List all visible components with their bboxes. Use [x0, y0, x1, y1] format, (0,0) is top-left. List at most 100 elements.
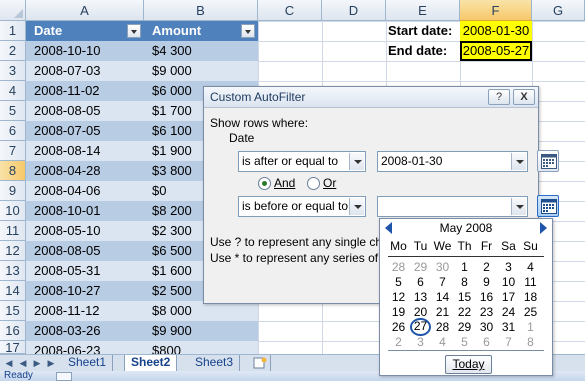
- value-input-2[interactable]: [377, 196, 528, 217]
- calendar-day[interactable]: 23: [476, 304, 497, 320]
- row-header[interactable]: 17: [0, 341, 26, 354]
- row-header[interactable]: 3: [0, 61, 26, 81]
- table-cell-amount[interactable]: $9 900: [144, 321, 258, 341]
- column-header-b[interactable]: B: [144, 0, 258, 21]
- close-button[interactable]: X: [513, 89, 535, 105]
- column-header-e[interactable]: E: [386, 0, 460, 21]
- row-header[interactable]: 15: [0, 301, 26, 321]
- table-cell-amount[interactable]: $800: [144, 341, 258, 354]
- dropdown-arrow-icon[interactable]: [511, 198, 526, 215]
- dialog-titlebar[interactable]: Custom AutoFilter ? X: [204, 87, 538, 108]
- calendar-day[interactable]: 12: [388, 289, 409, 305]
- and-label[interactable]: And: [274, 176, 295, 190]
- start-date-label[interactable]: Start date:: [386, 21, 460, 41]
- calendar-day[interactable]: 8: [454, 274, 475, 290]
- start-date-value[interactable]: 2008-01-30: [460, 21, 532, 41]
- column-header-a[interactable]: A: [26, 0, 144, 21]
- calendar-day[interactable]: 8: [520, 334, 541, 350]
- value-input-1[interactable]: 2008-01-30: [377, 151, 528, 172]
- operator-select-1[interactable]: is after or equal to: [238, 151, 366, 172]
- calendar-day[interactable]: 24: [498, 304, 519, 320]
- column-header-d[interactable]: D: [322, 0, 386, 21]
- calendar-day[interactable]: 3: [498, 259, 519, 275]
- table-cell-date[interactable]: 2008-08-05: [26, 241, 144, 261]
- calendar-day[interactable]: 2: [476, 259, 497, 275]
- calendar-day[interactable]: 7: [432, 274, 453, 290]
- today-button[interactable]: Today: [445, 355, 492, 374]
- table-cell-date[interactable]: 2008-05-31: [26, 261, 144, 281]
- select-all-corner[interactable]: [0, 0, 26, 21]
- filter-dropdown-icon[interactable]: [127, 24, 141, 38]
- table-cell-date[interactable]: 2008-08-14: [26, 141, 144, 161]
- operator-select-2[interactable]: is before or equal to: [238, 196, 366, 217]
- row-header[interactable]: 1: [0, 21, 26, 41]
- calendar-day[interactable]: 10: [498, 274, 519, 290]
- first-sheet-icon[interactable]: ◀: [4, 358, 14, 368]
- dropdown-arrow-icon[interactable]: [349, 153, 364, 170]
- table-cell-date[interactable]: 2008-10-10: [26, 41, 144, 61]
- calendar-day[interactable]: 5: [388, 274, 409, 290]
- calendar-day[interactable]: 14: [432, 289, 453, 305]
- calendar-day[interactable]: 25: [520, 304, 541, 320]
- calendar-day[interactable]: 1: [454, 259, 475, 275]
- table-cell-date[interactable]: 2008-07-03: [26, 61, 144, 81]
- calendar-day[interactable]: 26: [388, 319, 409, 335]
- table-cell-date[interactable]: 2008-03-26: [26, 321, 144, 341]
- row-header[interactable]: 2: [0, 41, 26, 61]
- sheet-tab-sheet3[interactable]: Sheet3: [189, 355, 241, 371]
- table-cell-date[interactable]: 2008-10-27: [26, 281, 144, 301]
- calendar-day[interactable]: 6: [410, 274, 431, 290]
- row-header[interactable]: 14: [0, 281, 26, 301]
- calendar-day[interactable]: 28: [388, 259, 409, 275]
- calendar-month-label[interactable]: May 2008: [380, 219, 552, 237]
- calendar-day[interactable]: 11: [520, 274, 541, 290]
- calendar-day[interactable]: 3: [410, 334, 431, 350]
- or-radio[interactable]: [307, 177, 320, 190]
- table-cell-date[interactable]: 2008-06-23: [26, 341, 144, 354]
- column-header-c[interactable]: C: [258, 0, 322, 21]
- calendar-day[interactable]: 17: [498, 289, 519, 305]
- end-date-label[interactable]: End date:: [386, 41, 460, 61]
- table-cell-date[interactable]: 2008-10-01: [26, 201, 144, 221]
- dropdown-arrow-icon[interactable]: [349, 198, 364, 215]
- row-header[interactable]: 4: [0, 81, 26, 101]
- table-cell-date[interactable]: 2008-04-28: [26, 161, 144, 181]
- help-button[interactable]: ?: [488, 89, 510, 105]
- calendar-day[interactable]: 5: [454, 334, 475, 350]
- calendar-day[interactable]: 9: [476, 274, 497, 290]
- row-header[interactable]: 9: [0, 181, 26, 201]
- last-sheet-icon[interactable]: ▶: [46, 358, 56, 368]
- macro-record-icon[interactable]: [56, 372, 72, 381]
- row-header[interactable]: 16: [0, 321, 26, 341]
- calendar-day[interactable]: 29: [454, 319, 475, 335]
- calendar-day[interactable]: 19: [388, 304, 409, 320]
- or-label[interactable]: Or: [323, 176, 336, 190]
- calendar-day[interactable]: 2: [388, 334, 409, 350]
- and-radio[interactable]: [258, 177, 271, 190]
- calendar-day[interactable]: 1: [520, 319, 541, 335]
- column-header-f[interactable]: F: [460, 0, 532, 21]
- row-header[interactable]: 12: [0, 241, 26, 261]
- calendar-day[interactable]: 13: [410, 289, 431, 305]
- row-header[interactable]: 11: [0, 221, 26, 241]
- table-cell-date[interactable]: 2008-04-06: [26, 181, 144, 201]
- sheet-tab-sheet1[interactable]: Sheet1: [62, 355, 114, 371]
- table-cell-date[interactable]: 2008-07-05: [26, 121, 144, 141]
- calendar-day[interactable]: 4: [520, 259, 541, 275]
- row-header[interactable]: 10: [0, 201, 26, 221]
- insert-sheet-icon[interactable]: [249, 355, 271, 371]
- calendar-day[interactable]: 18: [520, 289, 541, 305]
- row-header[interactable]: 7: [0, 141, 26, 161]
- calendar-day[interactable]: 4: [432, 334, 453, 350]
- prev-sheet-icon[interactable]: ◀: [18, 358, 28, 368]
- calendar-day[interactable]: 30: [432, 259, 453, 275]
- filter-dropdown-icon[interactable]: [241, 24, 255, 38]
- calendar-day[interactable]: 15: [454, 289, 475, 305]
- table-cell-amount[interactable]: $4 300: [144, 41, 258, 61]
- table-cell-date[interactable]: 2008-11-02: [26, 81, 144, 101]
- table-cell-amount[interactable]: $8 000: [144, 301, 258, 321]
- table-header-amount[interactable]: Amount: [144, 21, 258, 41]
- end-date-value[interactable]: 2008-05-27: [460, 41, 532, 61]
- row-header[interactable]: 8: [0, 161, 26, 181]
- calendar-day[interactable]: 22: [454, 304, 475, 320]
